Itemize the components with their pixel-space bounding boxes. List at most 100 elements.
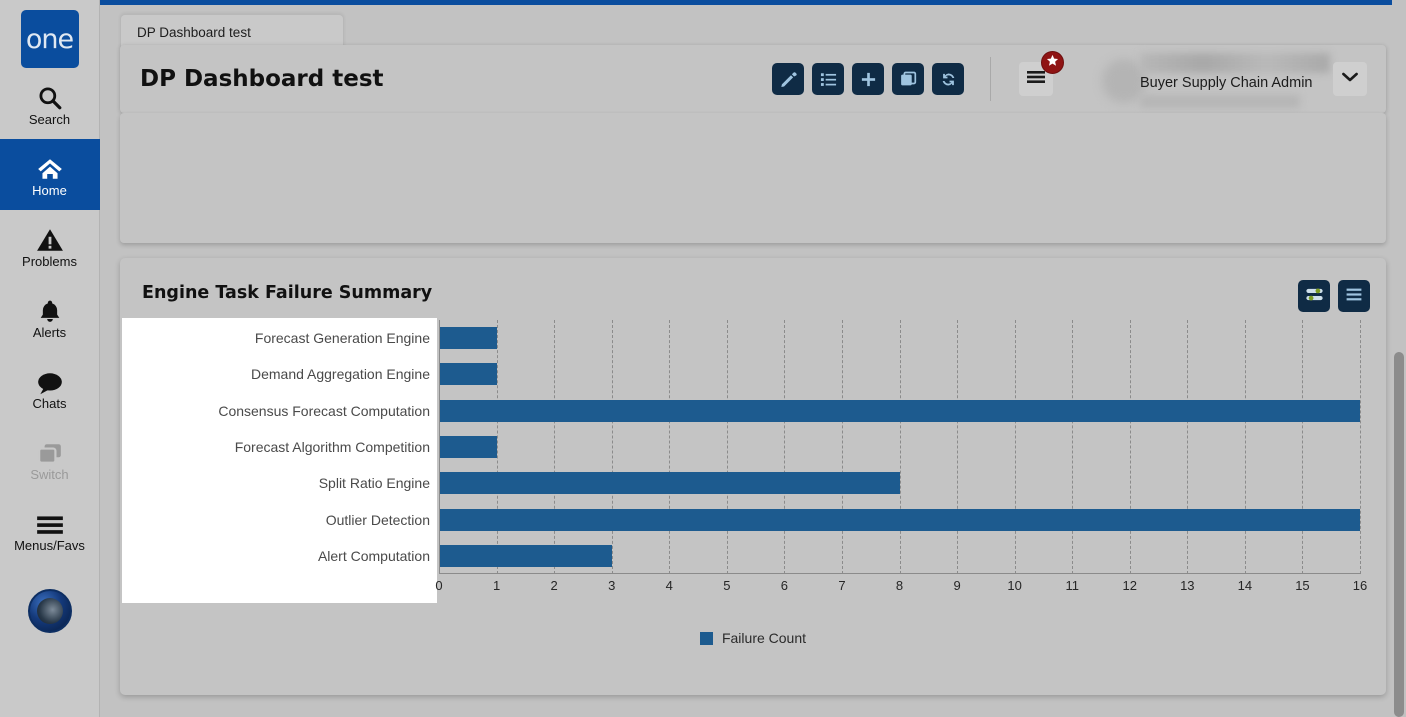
pencil-icon [780, 71, 797, 88]
y-axis-category-label: Split Ratio Engine [318, 475, 430, 492]
chart-title: Engine Task Failure Summary [142, 283, 433, 303]
warning-triangle-icon [36, 223, 64, 253]
chart-actions [1298, 280, 1370, 312]
user-profile[interactable]: Buyer Supply Chain Admin [1070, 53, 1370, 108]
chart-bar[interactable] [440, 399, 1360, 422]
plus-icon [860, 71, 877, 88]
sidebar: one Search Home Problems Alerts Chats Sw… [0, 0, 100, 717]
page-title: DP Dashboard test [140, 66, 384, 92]
user-name-redacted [1140, 53, 1330, 73]
chart-gridline [1014, 320, 1016, 574]
sidebar-item-label: Menus/Favs [14, 538, 85, 553]
panel-menu-button[interactable] [1338, 280, 1370, 312]
hamburger-icon [1026, 69, 1046, 90]
x-axis-tick-label: 0 [435, 578, 443, 593]
sidebar-item-search[interactable]: Search [0, 68, 100, 139]
home-icon [36, 152, 64, 182]
chart-gridline [726, 320, 728, 574]
app-logo[interactable]: one [20, 10, 79, 68]
bell-icon [37, 294, 63, 324]
search-icon [37, 81, 63, 111]
chart-gridline [899, 320, 901, 574]
hamburger-icon [1345, 287, 1363, 305]
chart-bar[interactable] [440, 436, 497, 458]
chart-gridline [496, 320, 498, 574]
app-logo-label: one [25, 23, 74, 55]
x-axis-tick-label: 13 [1180, 578, 1195, 593]
sidebar-item-chats[interactable]: Chats [0, 352, 100, 423]
x-axis-tick-label: 11 [1065, 578, 1079, 593]
sidebar-item-label: Problems [22, 254, 77, 269]
sidebar-item-label: Alerts [32, 325, 67, 340]
x-axis-tick-label: 6 [780, 578, 788, 593]
chart-gridline [554, 320, 556, 574]
legend-swatch [699, 631, 713, 645]
x-axis-tick-label: 3 [608, 578, 616, 593]
y-axis-category-label: Consensus Forecast Computation [218, 402, 430, 419]
assistant-orb-icon[interactable] [27, 589, 72, 633]
chart-gridline [1187, 320, 1189, 574]
page-scrollbar-track[interactable] [1392, 0, 1406, 717]
chart-gridline [1129, 320, 1131, 574]
header-divider [990, 57, 991, 101]
sidebar-item-label: Chats [32, 396, 67, 411]
sidebar-item-label: Home [32, 183, 67, 198]
page-scrollbar-thumb[interactable] [1394, 352, 1404, 717]
sidebar-item-menus-favs[interactable]: Menus/Favs [0, 494, 100, 565]
assistant-orb-inner [36, 598, 63, 624]
chart-gridline [1360, 320, 1361, 574]
sidebar-item-problems[interactable]: Problems [0, 210, 100, 281]
refresh-icon [940, 71, 957, 88]
user-menu-toggle[interactable] [1333, 62, 1367, 96]
chart-bar[interactable] [440, 472, 900, 495]
y-axis-category-label: Demand Aggregation Engine [250, 366, 430, 383]
list-button[interactable] [812, 63, 844, 95]
chart-gridline [1302, 320, 1304, 574]
add-button[interactable] [852, 63, 884, 95]
engine-task-failure-summary-card: Engine Task Failure Summary Forecast Gen… [120, 258, 1386, 695]
chart-bar[interactable] [440, 508, 1360, 531]
chat-bubble-icon [36, 365, 64, 395]
x-axis-tick-label: 7 [838, 578, 846, 593]
sidebar-item-home[interactable]: Home [0, 139, 100, 210]
x-axis-tick-label: 9 [953, 578, 961, 593]
chart-gridline [1244, 320, 1246, 574]
y-axis-line [439, 320, 440, 574]
sidebar-item-switch[interactable]: Switch [0, 423, 100, 494]
star-badge [1041, 51, 1064, 74]
user-org-redacted [1140, 95, 1300, 108]
filter-settings-button[interactable] [1298, 280, 1330, 312]
chart-bar[interactable] [440, 544, 612, 567]
x-axis-tick-label: 10 [1007, 578, 1022, 593]
hamburger-icon [35, 507, 65, 537]
switch-windows-icon [37, 436, 63, 466]
chart-bar[interactable] [440, 363, 497, 386]
sidebar-item-alerts[interactable]: Alerts [0, 281, 100, 352]
sidebar-item-label: Switch [30, 467, 69, 482]
tab-label: DP Dashboard test [137, 25, 251, 40]
header-menu-button[interactable] [1019, 51, 1064, 96]
chart-bar[interactable] [440, 327, 497, 350]
chart-category-labels: Forecast Generation Engine Demand Aggrega… [120, 320, 430, 574]
copy-button[interactable] [892, 63, 924, 95]
x-axis-line [439, 573, 1360, 574]
x-axis-tick-label: 5 [723, 578, 731, 593]
y-axis-category-label: Alert Computation [317, 547, 430, 564]
x-axis-tick-label: 8 [895, 578, 904, 593]
y-axis-category-label: Forecast Algorithm Competition [234, 439, 430, 455]
tab-bar: DP Dashboard test [100, 5, 1406, 50]
list-icon [820, 71, 837, 88]
user-role-label: Buyer Supply Chain Admin [1140, 75, 1313, 91]
chart-legend: Failure Count [120, 630, 1386, 646]
y-axis-category-label: Forecast Generation Engine [254, 330, 430, 347]
chart-plot-area: 0 1 2 3 4 5 6 7 8 9 10 11 12 13 14 15 16 [435, 320, 1367, 593]
chart-gridline [957, 320, 959, 574]
y-axis-category-label: Outlier Detection [325, 511, 430, 528]
copy-icon [900, 71, 917, 88]
chevron-down-icon [1341, 70, 1359, 88]
chart-gridline [611, 320, 613, 574]
chart-gridline [1072, 320, 1074, 574]
edit-button[interactable] [772, 63, 804, 95]
refresh-button[interactable] [932, 63, 964, 95]
x-axis-tick-label: 16 [1352, 578, 1368, 593]
